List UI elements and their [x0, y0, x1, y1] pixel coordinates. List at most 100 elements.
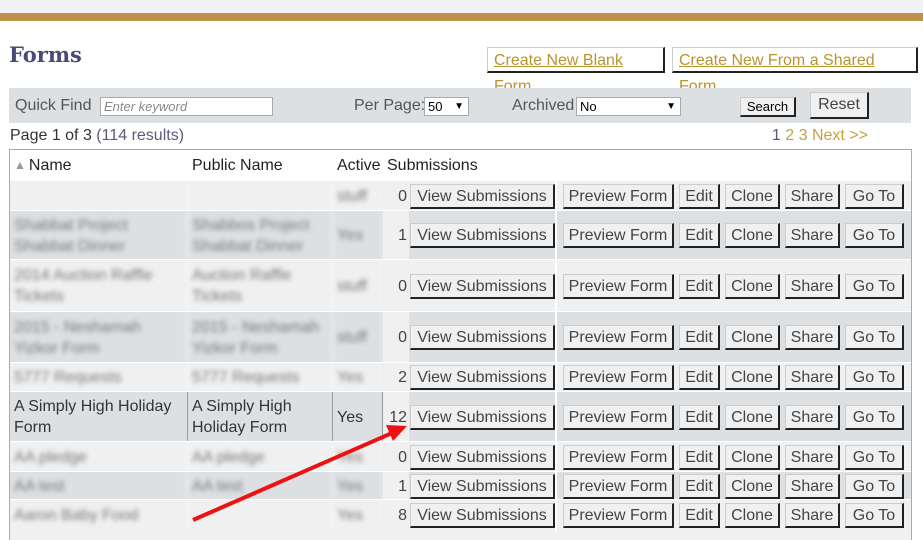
results-count: (114 results) — [96, 127, 185, 144]
keyword-input[interactable] — [100, 97, 273, 116]
form-name: AA pledge — [10, 442, 188, 472]
public-name: AA pledge — [188, 442, 333, 472]
go-to-button[interactable]: Go To — [845, 405, 904, 430]
share-button[interactable]: Share — [785, 445, 840, 470]
form-name: Shabbat Project Shabbat Dinner — [10, 211, 188, 260]
edit-button[interactable]: Edit — [679, 184, 720, 209]
preview-form-button[interactable]: Preview Form — [563, 274, 674, 299]
edit-button[interactable]: Edit — [679, 325, 720, 350]
public-name: 5777 Requests — [188, 363, 333, 392]
edit-button[interactable]: Edit — [679, 223, 720, 248]
submission-count: 0 — [383, 442, 409, 472]
dropdown-arrow-icon: ▼ — [666, 101, 676, 112]
share-button[interactable]: Share — [785, 503, 840, 528]
divider — [555, 442, 557, 472]
clone-button[interactable]: Clone — [725, 503, 780, 528]
edit-button[interactable]: Edit — [679, 474, 720, 499]
go-to-button[interactable]: Go To — [845, 274, 904, 299]
view-submissions-button[interactable]: View Submissions — [410, 503, 555, 528]
create-from-shared-form-button[interactable]: Create New From a Shared Form — [672, 47, 918, 95]
share-button[interactable]: Share — [785, 365, 840, 390]
edit-button[interactable]: Edit — [679, 405, 720, 430]
view-submissions-button[interactable]: View Submissions — [410, 223, 555, 248]
clone-button[interactable]: Clone — [725, 325, 780, 350]
divider — [555, 500, 557, 531]
share-button[interactable]: Share — [785, 474, 840, 499]
preview-form-button[interactable]: Preview Form — [563, 405, 674, 430]
view-submissions-button[interactable]: View Submissions — [410, 184, 555, 209]
view-submissions-button[interactable]: View Submissions — [410, 365, 555, 390]
edit-button[interactable]: Edit — [679, 274, 720, 299]
preview-form-button[interactable]: Preview Form — [563, 474, 674, 499]
preview-form-button[interactable]: Preview Form — [563, 503, 674, 528]
clone-button[interactable]: Clone — [725, 184, 780, 209]
share-button[interactable]: Share — [785, 325, 840, 350]
page-2-link[interactable]: 2 — [785, 127, 794, 144]
go-to-button[interactable]: Go To — [845, 223, 904, 248]
preview-form-button[interactable]: Preview Form — [563, 445, 674, 470]
create-blank-form-button[interactable]: Create New Blank Form — [487, 47, 665, 95]
clone-button[interactable]: Clone — [725, 405, 780, 430]
divider — [555, 211, 557, 260]
reset-button[interactable]: Reset — [810, 92, 869, 119]
go-to-button[interactable]: Go To — [845, 325, 904, 350]
table-header: ▲ Name Public Name Active Submissions — [10, 150, 911, 180]
go-to-button[interactable]: Go To — [845, 474, 904, 499]
column-name-label: Name — [28, 156, 72, 174]
per-page-select[interactable]: 50 ▼ — [424, 97, 469, 116]
active-status: Yes — [333, 500, 383, 531]
table-row: stuff 0 View Submissions Preview Form Edit Cl… — [10, 180, 911, 211]
view-submissions-button[interactable]: View Submissions — [410, 325, 555, 350]
view-submissions-button[interactable]: View Submissions — [410, 445, 555, 470]
pagination: 1 2 3 Next >> — [772, 127, 868, 145]
preview-form-button[interactable]: Preview Form — [563, 325, 674, 350]
preview-form-button[interactable]: Preview Form — [563, 365, 674, 390]
search-button[interactable]: Search — [740, 97, 796, 117]
divider — [555, 472, 557, 500]
share-button[interactable]: Share — [785, 405, 840, 430]
edit-button[interactable]: Edit — [679, 503, 720, 528]
go-to-button[interactable]: Go To — [845, 445, 904, 470]
per-page-value: 50 — [428, 99, 443, 114]
edit-button[interactable]: Edit — [679, 445, 720, 470]
share-button[interactable]: Share — [785, 223, 840, 248]
public-name: Shabbos Project Shabbat Dinner — [188, 211, 333, 260]
go-to-button[interactable]: Go To — [845, 184, 904, 209]
submission-count: 1 — [383, 472, 409, 500]
share-button[interactable]: Share — [785, 274, 840, 299]
public-name: AA test — [188, 472, 333, 500]
clone-button[interactable]: Clone — [725, 274, 780, 299]
clone-button[interactable]: Clone — [725, 474, 780, 499]
submission-count: 1 — [383, 211, 409, 260]
column-submissions: Submissions — [387, 156, 478, 174]
divider — [555, 392, 557, 442]
table-row: Aaron Baby Food Yes 8 View Submissions Previ… — [10, 499, 911, 531]
public-name: 2015 - Neshamah Yizkor Form — [188, 312, 333, 363]
submission-count: 12 — [383, 392, 409, 442]
share-button[interactable]: Share — [785, 184, 840, 209]
column-name[interactable]: ▲ Name — [10, 150, 188, 180]
clone-button[interactable]: Clone — [725, 223, 780, 248]
preview-form-button[interactable]: Preview Form — [563, 184, 674, 209]
per-page-label: Per Page: — [354, 97, 426, 114]
table-row: A Simply High Holiday Form A Simply High … — [10, 391, 911, 442]
next-page-link[interactable]: Next >> — [812, 127, 868, 144]
public-name: Auction Raffle Tickets — [188, 260, 333, 312]
go-to-button[interactable]: Go To — [845, 503, 904, 528]
divider — [555, 312, 557, 363]
archived-select[interactable]: No ▼ — [576, 97, 681, 116]
go-to-button[interactable]: Go To — [845, 365, 904, 390]
view-submissions-button[interactable]: View Submissions — [410, 274, 555, 299]
page-1-link[interactable]: 1 — [772, 127, 781, 144]
active-status: Yes — [333, 211, 383, 260]
column-active: Active — [337, 156, 381, 174]
view-submissions-button[interactable]: View Submissions — [410, 405, 555, 430]
preview-form-button[interactable]: Preview Form — [563, 223, 674, 248]
page-3-link[interactable]: 3 — [799, 127, 808, 144]
edit-button[interactable]: Edit — [679, 365, 720, 390]
form-name: 2014 Auction Raffle Tickets — [10, 260, 188, 312]
clone-button[interactable]: Clone — [725, 365, 780, 390]
clone-button[interactable]: Clone — [725, 445, 780, 470]
view-submissions-button[interactable]: View Submissions — [410, 474, 555, 499]
public-name — [188, 500, 333, 531]
